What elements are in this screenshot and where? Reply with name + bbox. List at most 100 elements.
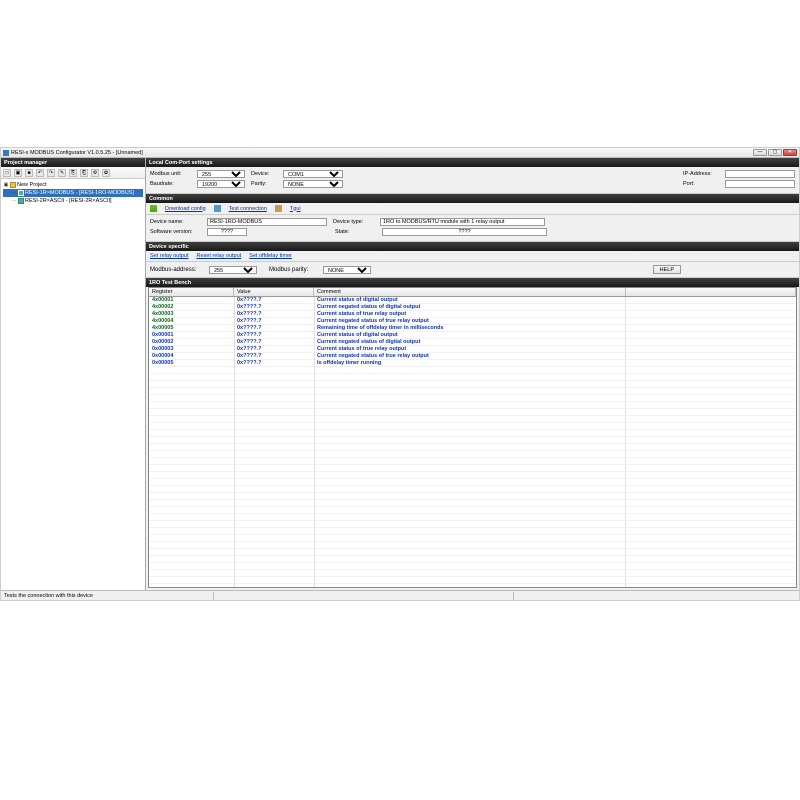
col-value[interactable]: Value bbox=[234, 288, 314, 296]
table-row[interactable]: 4x000020x????.?Current negated status of… bbox=[149, 304, 796, 311]
cell-comment: Current negated status of digital output bbox=[314, 304, 796, 311]
port-label: Port: bbox=[683, 181, 723, 187]
expand-icon[interactable]: ▣ bbox=[3, 182, 9, 188]
project-tree[interactable]: ▣ New Project ⋯RESI-1R×MODBUS - [RESI-1R… bbox=[1, 179, 145, 590]
cell-comment: Current negated status of true relay out… bbox=[314, 353, 796, 360]
toolbar-btn-3[interactable]: ↶ bbox=[36, 169, 44, 177]
register-grid: Register Value Comment 4x000010x????.?Cu… bbox=[148, 287, 797, 588]
state-input bbox=[382, 228, 547, 236]
maximize-button[interactable]: ▢ bbox=[768, 149, 782, 156]
app-window: RESI-x MODBUS Configurator V1.0.5.25 - [… bbox=[0, 147, 800, 601]
tree-node[interactable]: ⋯RESI-1R×MODBUS - [RESI-1RO-MODBUS] bbox=[3, 189, 143, 197]
table-row[interactable]: 0x000050x????.?Is offdelay timer running bbox=[149, 360, 796, 367]
state-label: State: bbox=[335, 229, 380, 235]
ip-label: IP-Address: bbox=[683, 171, 723, 177]
common-section: Device name: Device type: Software versi… bbox=[146, 215, 799, 242]
port-input[interactable] bbox=[725, 180, 795, 188]
parity-label: Parity: bbox=[251, 181, 281, 187]
content-panel: Local Com-Port settings Modbus unit: 255… bbox=[146, 158, 799, 590]
cell-comment: Current status of true relay output bbox=[314, 311, 796, 318]
help-button[interactable]: HELP bbox=[653, 265, 681, 274]
modbus-parity-label: Modbus parity: bbox=[269, 267, 319, 273]
sw-input bbox=[207, 228, 247, 236]
device-label: Device: bbox=[251, 171, 281, 177]
col-register[interactable]: Register bbox=[149, 288, 234, 296]
cell-value: 0x????.? bbox=[234, 311, 314, 318]
test-icon bbox=[214, 205, 221, 212]
table-row[interactable]: 4x000010x????.?Current status of digital… bbox=[149, 297, 796, 304]
table-row[interactable]: 0x000010x????.?Current status of digital… bbox=[149, 332, 796, 339]
table-row[interactable]: 0x000040x????.?Current negated status of… bbox=[149, 353, 796, 360]
window-title: RESI-x MODBUS Configurator V1.0.5.25 - [… bbox=[11, 150, 753, 156]
toolbar-btn-1[interactable]: ▣ bbox=[14, 169, 22, 177]
cell-value: 0x????.? bbox=[234, 332, 314, 339]
statusbar: Tests the connection with this device bbox=[1, 590, 799, 600]
devtype-input[interactable] bbox=[380, 218, 545, 226]
col-extra[interactable] bbox=[626, 288, 796, 296]
cell-register: 4x00002 bbox=[149, 304, 234, 311]
modbus-parity-select[interactable]: NONE bbox=[323, 266, 371, 274]
toolbar-btn-8[interactable]: ⚙ bbox=[91, 169, 99, 177]
grid-header[interactable]: Register Value Comment bbox=[149, 288, 796, 297]
tgui-link[interactable]: Tgui bbox=[290, 206, 301, 212]
leaf-icon: ⋯ bbox=[11, 190, 17, 196]
cell-register: 4x00003 bbox=[149, 311, 234, 318]
device-select[interactable]: COM1 bbox=[283, 170, 343, 178]
titlebar[interactable]: RESI-x MODBUS Configurator V1.0.5.25 - [… bbox=[1, 148, 799, 158]
table-row[interactable]: 0x000030x????.?Current status of true re… bbox=[149, 346, 796, 353]
device-specific-section: Modbus-address: 255 Modbus parity: NONE … bbox=[146, 262, 799, 278]
cell-register: 4x00001 bbox=[149, 297, 234, 304]
minimize-button[interactable]: — bbox=[753, 149, 767, 156]
toolbar-btn-5[interactable]: ✎ bbox=[58, 169, 66, 177]
comport-header: Local Com-Port settings bbox=[146, 158, 799, 167]
cell-register: 0x00003 bbox=[149, 346, 234, 353]
parity-select[interactable]: NONE bbox=[283, 180, 343, 188]
download-icon bbox=[150, 205, 157, 212]
tree-node[interactable]: ⋯RESI-2R×ASCII - [RESI-2R×ASCII] bbox=[3, 197, 143, 205]
cell-register: 4x00004 bbox=[149, 318, 234, 325]
cell-value: 0x????.? bbox=[234, 304, 314, 311]
test-connection-link[interactable]: Test connection bbox=[229, 206, 267, 212]
col-comment[interactable]: Comment bbox=[314, 288, 626, 296]
cell-comment: Remaining time of offdelay timer in mill… bbox=[314, 325, 796, 332]
device-action-link[interactable]: Set relay output bbox=[150, 253, 189, 259]
common-header: Common bbox=[146, 194, 799, 203]
devname-label: Device name: bbox=[150, 219, 205, 225]
cell-register: 0x00001 bbox=[149, 332, 234, 339]
table-row[interactable]: 4x000040x????.?Current negated status of… bbox=[149, 318, 796, 325]
device-action-link[interactable]: Reset relay output bbox=[197, 253, 242, 259]
testbench-header: 1RO Test Bench bbox=[146, 278, 799, 287]
modbus-unit-select[interactable]: 255 bbox=[197, 170, 245, 178]
download-config-link[interactable]: Download config bbox=[165, 206, 206, 212]
status-text: Tests the connection with this device bbox=[4, 593, 93, 599]
toolbar-btn-7[interactable]: ⎗ bbox=[80, 169, 88, 177]
table-row[interactable]: 4x000050x????.?Remaining time of offdela… bbox=[149, 325, 796, 332]
devname-input[interactable] bbox=[207, 218, 327, 226]
toolbar-btn-6[interactable]: ⎘ bbox=[69, 169, 77, 177]
tree-root[interactable]: ▣ New Project bbox=[3, 181, 143, 189]
baud-select[interactable]: 19200 bbox=[197, 180, 245, 188]
table-row[interactable]: 0x000020x????.?Current negated status of… bbox=[149, 339, 796, 346]
leaf-icon: ⋯ bbox=[11, 198, 17, 204]
toolbar-btn-9[interactable]: ✿ bbox=[102, 169, 110, 177]
cell-comment: Current status of true relay output bbox=[314, 346, 796, 353]
ip-input[interactable] bbox=[725, 170, 795, 178]
device-action-link[interactable]: Set offdelay timer bbox=[249, 253, 292, 259]
modbus-addr-select[interactable]: 255 bbox=[209, 266, 257, 274]
toolbar-btn-2[interactable]: ■ bbox=[25, 169, 33, 177]
cell-comment: Current negated status of true relay out… bbox=[314, 318, 796, 325]
toolbar-btn-0[interactable]: □ bbox=[3, 169, 11, 177]
cell-comment: Is offdelay timer running bbox=[314, 360, 796, 367]
table-row[interactable]: 4x000030x????.?Current status of true re… bbox=[149, 311, 796, 318]
project-icon bbox=[10, 182, 16, 188]
close-button[interactable]: ✕ bbox=[783, 149, 797, 156]
cell-value: 0x????.? bbox=[234, 346, 314, 353]
project-manager-header: Project manager bbox=[1, 158, 145, 167]
modbus-addr-label: Modbus-address: bbox=[150, 267, 205, 273]
grid-body[interactable]: 4x000010x????.?Current status of digital… bbox=[149, 297, 796, 587]
device-icon bbox=[18, 190, 24, 196]
toolbar-btn-4[interactable]: ↷ bbox=[47, 169, 55, 177]
baud-label: Baudrate: bbox=[150, 181, 195, 187]
cell-value: 0x????.? bbox=[234, 339, 314, 346]
project-toolbar: □▣■↶↷✎⎘⎗⚙✿ bbox=[1, 167, 145, 179]
